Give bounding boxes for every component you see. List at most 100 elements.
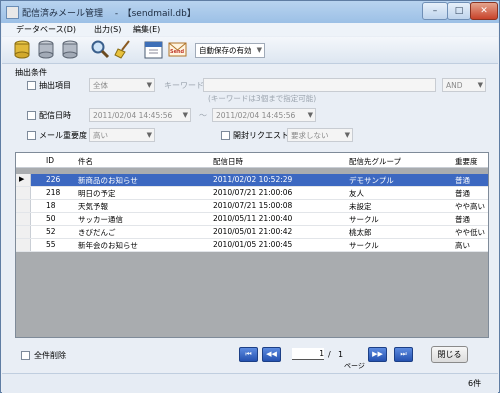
filter-section-title: 抽出条件 [15, 68, 47, 77]
cell-group: 未設定 [349, 202, 372, 211]
importance-select[interactable]: 高い ▼ [89, 128, 155, 142]
minimize-button[interactable]: – [422, 2, 448, 20]
filter-item-select[interactable]: 全体 ▼ [89, 78, 155, 92]
keyword-input[interactable] [203, 78, 436, 92]
magnifier-icon[interactable] [90, 39, 111, 60]
cell-id: 218 [46, 188, 61, 197]
database-icon[interactable] [12, 39, 33, 60]
row-header [16, 239, 31, 251]
app-icon [6, 6, 19, 19]
cell-group: サークル [349, 241, 379, 250]
column-header-subject[interactable]: 件名 [78, 156, 93, 167]
cell-subject: 明日の予定 [78, 189, 116, 198]
table-row[interactable]: 18 天気予報 2010/07/21 15:00:08 未設定 やや高い [16, 200, 488, 213]
logic-select[interactable]: AND ▼ [442, 78, 486, 92]
date-checkbox[interactable] [27, 111, 36, 120]
cell-subject: きびだんご [78, 228, 116, 237]
row-header [16, 200, 31, 212]
importance-label: メール重要度 [39, 131, 87, 140]
autosave-select[interactable]: 自動保存の有効 ▼ [195, 43, 265, 58]
importance-checkbox[interactable] [27, 131, 36, 140]
table-row[interactable]: ▶ 226 新商品のお知らせ 2011/02/02 10:52:29 デモサンプ… [16, 174, 488, 187]
request-checkbox[interactable] [221, 131, 230, 140]
cell-importance: 普通 [455, 189, 470, 198]
date-from-picker[interactable]: 2011/02/04 14:45:56 ▼ [89, 108, 191, 122]
page-number-input[interactable]: 1 [292, 348, 324, 360]
cell-group: 友人 [349, 189, 364, 198]
window-title: 配信済みメール管理 - 【sendmail.db】 [22, 9, 196, 19]
table-row[interactable]: 52 きびだんご 2010/05/01 21:00:42 桃太郎 やや低い [16, 226, 488, 239]
cell-date: 2010/05/01 21:00:42 [213, 227, 293, 236]
date-from-value: 2011/02/04 14:45:56 [93, 111, 173, 120]
chevron-down-icon: ▼ [182, 111, 188, 119]
cell-group: デモサンプル [349, 176, 394, 185]
request-value: 要求しない [291, 131, 329, 140]
chevron-down-icon: ▼ [344, 131, 350, 139]
cell-importance: やや低い [455, 228, 485, 237]
delete-all-label: 全件削除 [34, 351, 66, 360]
logic-value: AND [446, 81, 463, 90]
keyword-hint: (キーワードは3個まで指定可能) [208, 94, 317, 103]
column-header-date[interactable]: 配信日時 [213, 156, 243, 167]
send-icon[interactable]: Send [167, 39, 188, 60]
chevron-down-icon: ▼ [307, 111, 313, 119]
row-header [16, 213, 31, 225]
autosave-value: 自動保存の有効 [199, 46, 252, 55]
table-row[interactable]: 50 サッカー通信 2010/05/11 21:00:40 サークル 普通 [16, 213, 488, 226]
last-page-button[interactable]: ⏭ [394, 347, 413, 362]
next-page-button[interactable]: ▶▶ [368, 347, 387, 362]
cell-id: 52 [46, 227, 56, 236]
menu-edit[interactable]: 編集(E) [133, 24, 160, 35]
cell-importance: 普通 [455, 215, 470, 224]
calendar-icon[interactable] [143, 39, 164, 60]
date-to-value: 2011/02/04 14:45:56 [216, 111, 296, 120]
filter-item-label: 抽出項目 [39, 81, 71, 90]
title-bar: 配信済みメール管理 - 【sendmail.db】 – □ ✕ [1, 1, 499, 23]
table-row[interactable]: 218 明日の予定 2010/07/21 21:00:06 友人 普通 [16, 187, 488, 200]
row-header [16, 187, 31, 199]
main-window: 配信済みメール管理 - 【sendmail.db】 – □ ✕ データベース(D… [0, 0, 500, 393]
cell-subject: サッカー通信 [78, 215, 123, 224]
broom-icon[interactable] [113, 39, 134, 60]
date-to-picker[interactable]: 2011/02/04 14:45:56 ▼ [212, 108, 316, 122]
menu-database[interactable]: データベース(D) [16, 24, 76, 35]
send-icon-label: Send [170, 49, 185, 55]
menu-output[interactable]: 出力(S) [94, 24, 121, 35]
column-header-group[interactable]: 配信先グループ [349, 156, 401, 167]
row-pointer-icon: ▶ [16, 174, 31, 186]
cell-group: 桃太郎 [349, 228, 372, 237]
cell-date: 2011/02/02 10:52:29 [213, 175, 293, 184]
date-range-separator: ～ [199, 111, 207, 120]
cell-date: 2010/07/21 21:00:06 [213, 188, 293, 197]
page-separator: / [328, 350, 331, 359]
column-header-id[interactable]: ID [46, 156, 54, 165]
date-label: 配信日時 [39, 111, 71, 120]
first-page-button[interactable]: ⏮ [239, 347, 258, 362]
database-icon[interactable] [36, 39, 57, 60]
close-window-button[interactable]: ✕ [470, 2, 498, 20]
cell-id: 55 [46, 240, 56, 249]
delete-all-checkbox[interactable] [21, 351, 30, 360]
cell-importance: やや高い [455, 202, 485, 211]
chevron-down-icon: ▼ [146, 81, 152, 89]
prev-page-button[interactable]: ◀◀ [262, 347, 281, 362]
status-bar: 6件 [2, 373, 498, 393]
page-current: 1 [319, 349, 324, 358]
filter-item-checkbox[interactable] [27, 81, 36, 90]
cell-subject: 新年会のお知らせ [78, 241, 138, 250]
cell-date: 2010/05/11 21:00:40 [213, 214, 293, 223]
cell-importance: 普通 [455, 176, 470, 185]
chevron-down-icon: ▼ [146, 131, 152, 139]
cell-id: 50 [46, 214, 56, 223]
database-icon[interactable] [60, 39, 81, 60]
cell-id: 18 [46, 201, 56, 210]
request-select[interactable]: 要求しない ▼ [287, 128, 353, 142]
maximize-button[interactable]: □ [447, 2, 471, 20]
column-header-importance[interactable]: 重要度 [455, 156, 478, 167]
cell-subject: 天気予報 [78, 202, 108, 211]
close-button[interactable]: 閉じる [431, 346, 468, 363]
mail-table[interactable]: ID 件名 配信日時 配信先グループ 重要度 ▶ 226 新商品のお知らせ 20… [15, 152, 489, 338]
chevron-down-icon: ▼ [477, 81, 483, 89]
cell-importance: 高い [455, 241, 470, 250]
table-row[interactable]: 55 新年会のお知らせ 2010/01/05 21:00:45 サークル 高い [16, 239, 488, 252]
